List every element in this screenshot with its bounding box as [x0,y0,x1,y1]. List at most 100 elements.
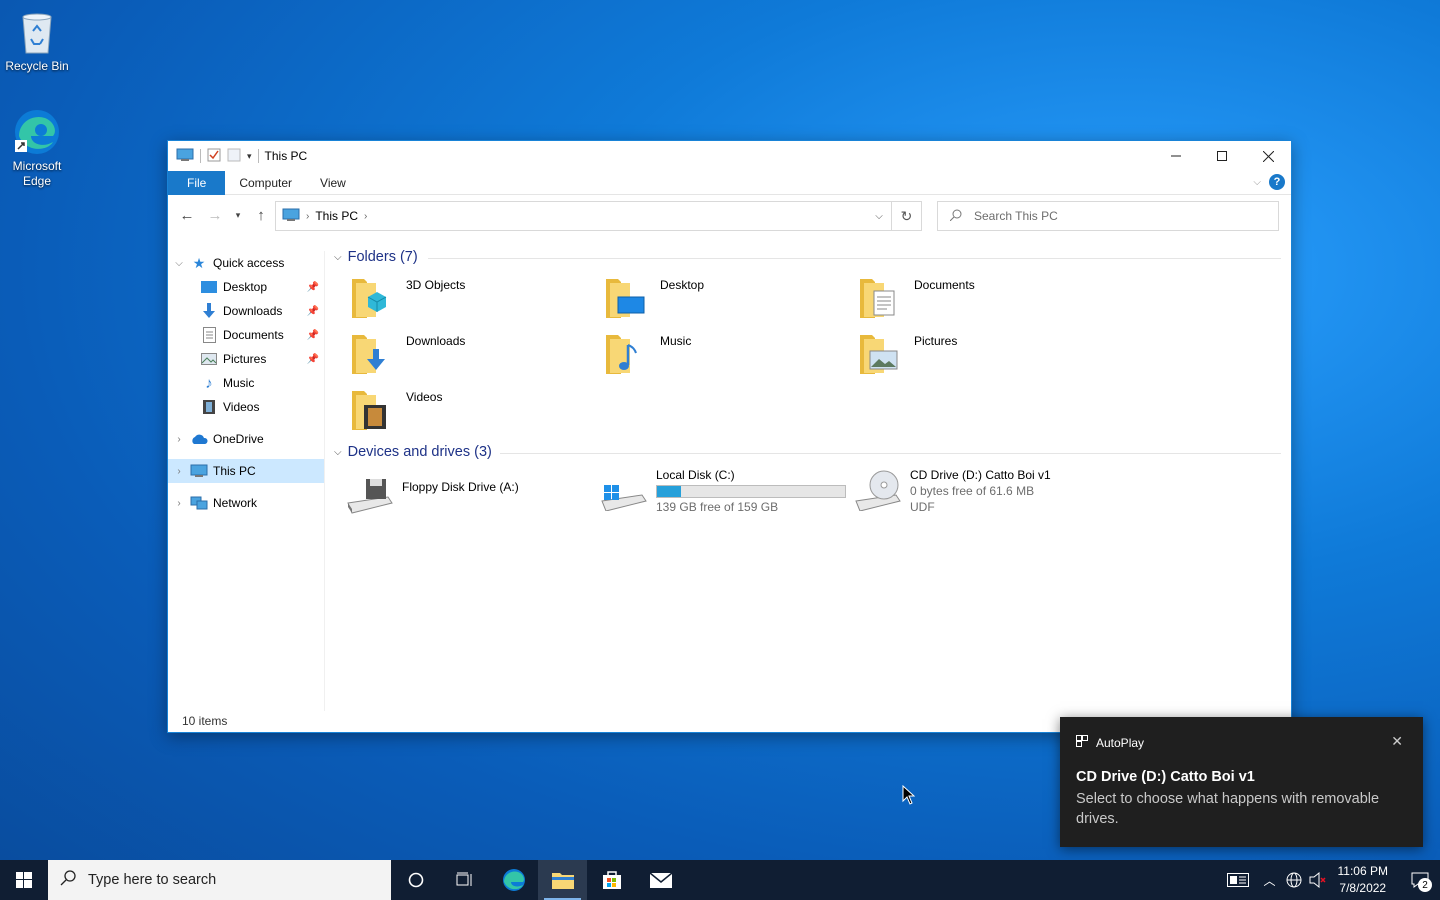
title-bar: ▾ This PC [168,141,1291,171]
drive-floppy-a[interactable]: Floppy Disk Drive (A:) [346,473,596,525]
autoplay-icon [1076,735,1088,750]
address-dropdown-button[interactable]: ⌵ [867,202,891,230]
group-title: Devices and drives (3) [347,444,492,460]
taskbar: Type here to search ︿ 11:06 PM 7/8/2022 … [0,860,1440,900]
action-center-button[interactable]: 2 [1400,860,1440,900]
desktop-icon-edge[interactable]: Microsoft Edge [0,108,74,189]
breadcrumb-this-pc[interactable]: This PC [315,209,358,223]
taskbar-edge[interactable] [489,860,538,900]
tab-file[interactable]: File [168,170,226,195]
drive-free-space: 139 GB free of 159 GB [656,500,779,514]
sidebar-item-pictures[interactable]: Pictures 📌 [168,347,324,371]
refresh-button[interactable]: ↻ [891,202,921,230]
status-bar-item-count: 10 items [182,714,228,728]
download-arrow-icon [200,303,218,319]
folder-desktop-icon [604,275,654,323]
folder-pictures[interactable]: Pictures [858,331,1108,383]
taskbar-mail[interactable] [636,860,685,900]
folder-label: Videos [406,390,443,404]
folder-label: Documents [914,278,975,292]
desktop-icon [200,279,218,295]
chevron-right-icon[interactable]: › [168,498,190,509]
divider [257,149,259,163]
chevron-right-icon[interactable]: › [364,211,367,222]
task-view-button[interactable] [440,860,489,900]
properties-icon[interactable] [207,148,221,165]
divider [500,453,1281,454]
sidebar-label: Documents [223,328,284,342]
sidebar-item-downloads[interactable]: Downloads 📌 [168,299,324,323]
sidebar-item-desktop[interactable]: Desktop 📌 [168,275,324,299]
folder-3d-objects[interactable]: 3D Objects [350,275,600,327]
close-icon[interactable]: ✕ [1391,733,1403,750]
sidebar-label: Network [213,496,258,510]
pin-icon: 📌 [306,281,319,293]
folder-downloads[interactable]: Downloads [350,331,600,383]
sidebar-item-network[interactable]: › Network [168,491,324,515]
sidebar-label: Desktop [223,280,268,294]
mouse-cursor-icon [902,784,916,808]
tab-computer[interactable]: Computer [225,171,306,195]
divider [428,258,1281,259]
help-icon[interactable]: ? [1269,174,1285,190]
desktop-icon-recycle-bin[interactable]: Recycle Bin [0,8,74,74]
cortana-button[interactable] [391,860,440,900]
chevron-right-icon[interactable]: › [168,434,190,445]
sidebar-item-music[interactable]: ♪ Music [168,371,324,395]
close-button[interactable] [1245,141,1291,171]
chevron-right-icon[interactable]: › [168,466,190,477]
search-icon [60,870,76,890]
disk-usage-fill [657,486,682,497]
address-bar[interactable]: › This PC › ⌵ ↻ [275,201,922,231]
sidebar-item-this-pc[interactable]: › This PC [168,459,324,483]
sidebar-label: Pictures [223,352,267,366]
content-pane: ⌵ Folders (7) 3D Objects Desktop Documen… [328,245,1291,715]
chevron-down-icon[interactable]: ⌵ [168,258,190,269]
notification-title: CD Drive (D:) Catto Boi v1 [1076,769,1255,785]
disk-usage-bar [656,485,846,498]
back-button[interactable]: ← [173,201,201,229]
sidebar-item-videos[interactable]: Videos [168,395,324,419]
folder-music[interactable]: Music [604,331,854,383]
notification-body: Select to choose what happens with remov… [1076,791,1380,827]
navigation-pane: ⌵ ★ Quick access Desktop 📌 Downloads 📌 D… [168,251,325,711]
folder-videos[interactable]: Videos [350,387,600,439]
maximize-button[interactable] [1199,141,1245,171]
sidebar-item-quick-access[interactable]: ⌵ ★ Quick access [168,251,324,275]
sidebar-item-documents[interactable]: Documents 📌 [168,323,324,347]
up-button[interactable]: ↑ [247,201,275,229]
folder-desktop[interactable]: Desktop [604,275,854,327]
clock[interactable]: 11:06 PM 7/8/2022 [1330,863,1400,897]
expand-ribbon-icon[interactable]: ⌵ [1253,177,1261,188]
minimize-button[interactable] [1153,141,1199,171]
globe-icon[interactable] [1282,860,1306,900]
taskbar-file-explorer[interactable] [538,860,587,900]
sidebar-item-onedrive[interactable]: › OneDrive [168,427,324,451]
chevron-right-icon[interactable]: › [306,211,309,222]
folder-documents-icon [858,275,908,323]
new-folder-icon[interactable] [227,148,241,165]
taskbar-store[interactable] [587,860,636,900]
drive-local-c[interactable]: Local Disk (C:) 139 GB free of 159 GB [600,467,850,527]
star-icon: ★ [192,254,206,271]
drives-group-header[interactable]: ⌵ Devices and drives (3) [334,441,492,463]
taskbar-search-box[interactable]: Type here to search [48,860,391,900]
sidebar-label: Music [223,376,255,390]
folders-group-header[interactable]: ⌵ Folders (7) [334,246,418,268]
chevron-up-icon[interactable]: ︿ [1258,860,1282,900]
volume-muted-icon[interactable] [1306,860,1330,900]
drive-cd-d[interactable]: CD Drive (D:) Catto Boi v1 0 bytes free … [854,467,1104,527]
floppy-drive-icon [346,473,396,521]
tab-view[interactable]: View [306,171,360,195]
recent-locations-button[interactable]: ▾ [229,201,247,229]
autoplay-notification[interactable]: AutoPlay ✕ CD Drive (D:) Catto Boi v1 Se… [1060,717,1423,847]
start-button[interactable] [0,860,48,900]
customize-toolbar-icon[interactable]: ▾ [247,151,252,162]
chevron-down-icon: ⌵ [334,251,342,263]
forward-button[interactable]: → [201,201,229,229]
search-placeholder: Search This PC [974,209,1058,223]
search-box[interactable]: Search This PC [937,201,1279,231]
news-widget-icon[interactable] [1218,860,1258,900]
folder-documents[interactable]: Documents [858,275,1108,327]
navigation-bar: ← → ▾ ↑ › This PC › ⌵ ↻ Search This PC [168,195,1291,235]
